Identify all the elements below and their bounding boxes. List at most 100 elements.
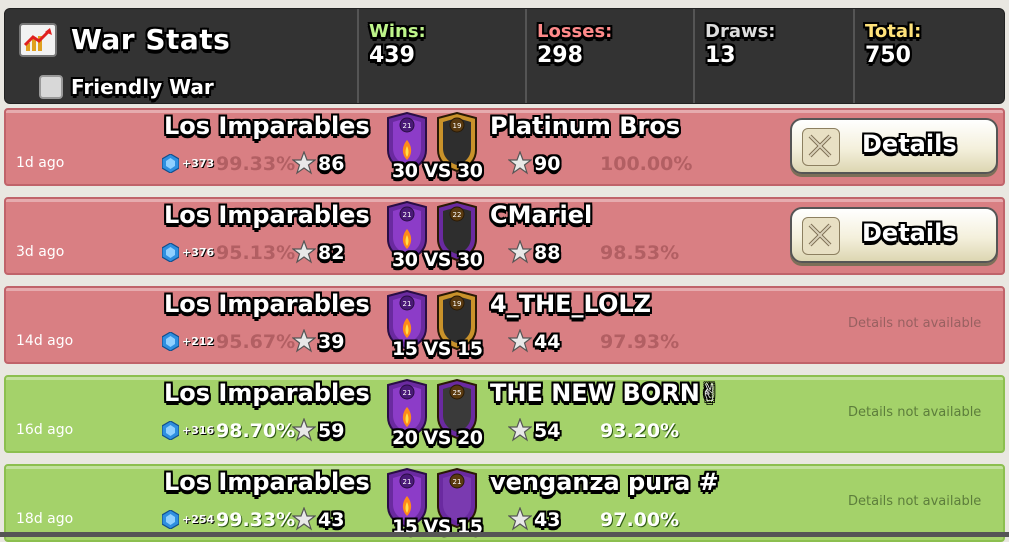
clan-stars: 82 bbox=[318, 242, 345, 264]
total-stat: Total: 750 bbox=[853, 9, 1004, 103]
trophy-change: +212 bbox=[182, 335, 215, 348]
clan-destruction-percent: 99.33% bbox=[216, 509, 296, 531]
opponent-stars: 43 bbox=[534, 509, 561, 531]
war-size-vs: 20 VS 20 bbox=[392, 427, 483, 449]
opponent-level-text: 19 bbox=[453, 300, 462, 308]
friendly-war-label[interactable]: Friendly War bbox=[71, 75, 214, 99]
details-button[interactable]: Details bbox=[790, 118, 998, 174]
opponent-stars: 54 bbox=[534, 420, 561, 442]
clan-name: Los Imparables bbox=[164, 379, 370, 407]
friendly-war-checkbox[interactable] bbox=[39, 75, 63, 99]
title-area: War Stats Friendly War bbox=[15, 19, 355, 99]
clan-name: Los Imparables bbox=[164, 201, 370, 229]
opponent-stars: 88 bbox=[534, 242, 561, 264]
opponent-destruction-percent: 93.20% bbox=[600, 420, 680, 442]
trophy-gem-icon bbox=[162, 243, 179, 262]
opponent-level-text: 21 bbox=[453, 478, 462, 486]
clan-level-text: 21 bbox=[403, 211, 412, 219]
details-not-available: Details not available bbox=[848, 494, 982, 509]
star-icon bbox=[508, 418, 532, 442]
opponent-name: THE NEW BORN✌ bbox=[490, 379, 720, 407]
clan-stars: 39 bbox=[318, 331, 345, 353]
trophy-gem-icon bbox=[162, 332, 179, 351]
losses-label: Losses: bbox=[537, 21, 613, 42]
clan-destruction-percent: 99.33% bbox=[216, 153, 296, 175]
opponent-destruction-percent: 97.93% bbox=[600, 331, 680, 353]
clan-name: Los Imparables bbox=[164, 468, 370, 496]
losses-stat: Losses: 298 bbox=[525, 9, 693, 103]
clan-destruction-percent: 95.67% bbox=[216, 331, 296, 353]
draws-value: 13 bbox=[705, 43, 736, 68]
war-stats-header: War Stats Friendly War Wins: 439 Losses:… bbox=[4, 8, 1005, 104]
war-log-row-3[interactable]: 14d ago Los Imparables +212 95.67% 39 21… bbox=[4, 286, 1005, 364]
stats-chart-icon bbox=[19, 23, 57, 57]
crossed-swords-icon bbox=[802, 217, 840, 255]
clan-level-text: 21 bbox=[403, 389, 412, 397]
opponent-stars: 44 bbox=[534, 331, 561, 353]
war-log-row-2[interactable]: 3d ago Los Imparables +376 95.13% 82 21 … bbox=[4, 197, 1005, 275]
opponent-name: venganza pura # bbox=[490, 468, 719, 496]
clan-stars: 86 bbox=[318, 153, 345, 175]
opponent-level-text: 25 bbox=[453, 389, 462, 397]
opponent-destruction-percent: 98.53% bbox=[600, 242, 680, 264]
opponent-level-text: 22 bbox=[453, 211, 462, 219]
trophy-change: +254 bbox=[182, 513, 215, 526]
war-time-ago: 16d ago bbox=[16, 422, 74, 438]
trophy-change: +376 bbox=[182, 246, 215, 259]
wins-stat: Wins: 439 bbox=[357, 9, 525, 103]
trophy-gem-icon bbox=[162, 510, 179, 529]
star-icon bbox=[508, 240, 532, 264]
war-size-vs: 15 VS 15 bbox=[392, 338, 483, 360]
details-button-label: Details bbox=[862, 130, 957, 158]
clan-name: Los Imparables bbox=[164, 290, 370, 318]
war-size-vs: 30 VS 30 bbox=[392, 249, 483, 271]
clan-level-text: 21 bbox=[403, 300, 412, 308]
opponent-name: Platinum Bros bbox=[490, 112, 681, 140]
wins-value: 439 bbox=[369, 43, 415, 68]
opponent-name: CMariel bbox=[490, 201, 593, 229]
bottom-divider bbox=[0, 532, 1009, 537]
opponent-destruction-percent: 100.00% bbox=[600, 153, 693, 175]
star-icon bbox=[292, 418, 316, 442]
crossed-swords-icon bbox=[802, 128, 840, 166]
war-log-row-5[interactable]: 18d ago Los Imparables +254 99.33% 43 21… bbox=[4, 464, 1005, 542]
losses-value: 298 bbox=[537, 43, 583, 68]
details-button-label: Details bbox=[862, 219, 957, 247]
clan-level-text: 21 bbox=[403, 478, 412, 486]
wins-label: Wins: bbox=[369, 21, 426, 42]
star-icon bbox=[292, 329, 316, 353]
trophy-change: +316 bbox=[182, 424, 215, 437]
clan-destruction-percent: 98.70% bbox=[216, 420, 296, 442]
opponent-destruction-percent: 97.00% bbox=[600, 509, 680, 531]
war-log-row-4[interactable]: 16d ago Los Imparables +316 98.70% 59 21… bbox=[4, 375, 1005, 453]
total-value: 750 bbox=[865, 43, 911, 68]
clan-destruction-percent: 95.13% bbox=[216, 242, 296, 264]
opponent-level-text: 19 bbox=[453, 122, 462, 130]
clan-name: Los Imparables bbox=[164, 112, 370, 140]
war-log-row-1[interactable]: 1d ago Los Imparables +373 99.33% 86 21 … bbox=[4, 108, 1005, 186]
draws-label: Draws: bbox=[705, 21, 776, 42]
war-time-ago: 14d ago bbox=[16, 333, 74, 349]
war-time-ago: 1d ago bbox=[16, 155, 65, 171]
star-icon bbox=[508, 329, 532, 353]
star-icon bbox=[292, 507, 316, 531]
clan-stars: 43 bbox=[318, 509, 345, 531]
clan-level-text: 21 bbox=[403, 122, 412, 130]
trophy-change: +373 bbox=[182, 157, 215, 170]
star-icon bbox=[508, 151, 532, 175]
war-size-vs: 30 VS 30 bbox=[392, 160, 483, 182]
trophy-gem-icon bbox=[162, 154, 179, 173]
page-title: War Stats bbox=[71, 23, 231, 56]
trophy-gem-icon bbox=[162, 421, 179, 440]
details-not-available: Details not available bbox=[848, 316, 982, 331]
details-button[interactable]: Details bbox=[790, 207, 998, 263]
war-time-ago: 3d ago bbox=[16, 244, 65, 260]
clan-stars: 59 bbox=[318, 420, 345, 442]
war-time-ago: 18d ago bbox=[16, 511, 74, 527]
details-not-available: Details not available bbox=[848, 405, 982, 420]
star-icon bbox=[508, 507, 532, 531]
draws-stat: Draws: 13 bbox=[693, 9, 853, 103]
opponent-stars: 90 bbox=[534, 153, 561, 175]
total-label: Total: bbox=[865, 21, 922, 42]
star-icon bbox=[292, 151, 316, 175]
